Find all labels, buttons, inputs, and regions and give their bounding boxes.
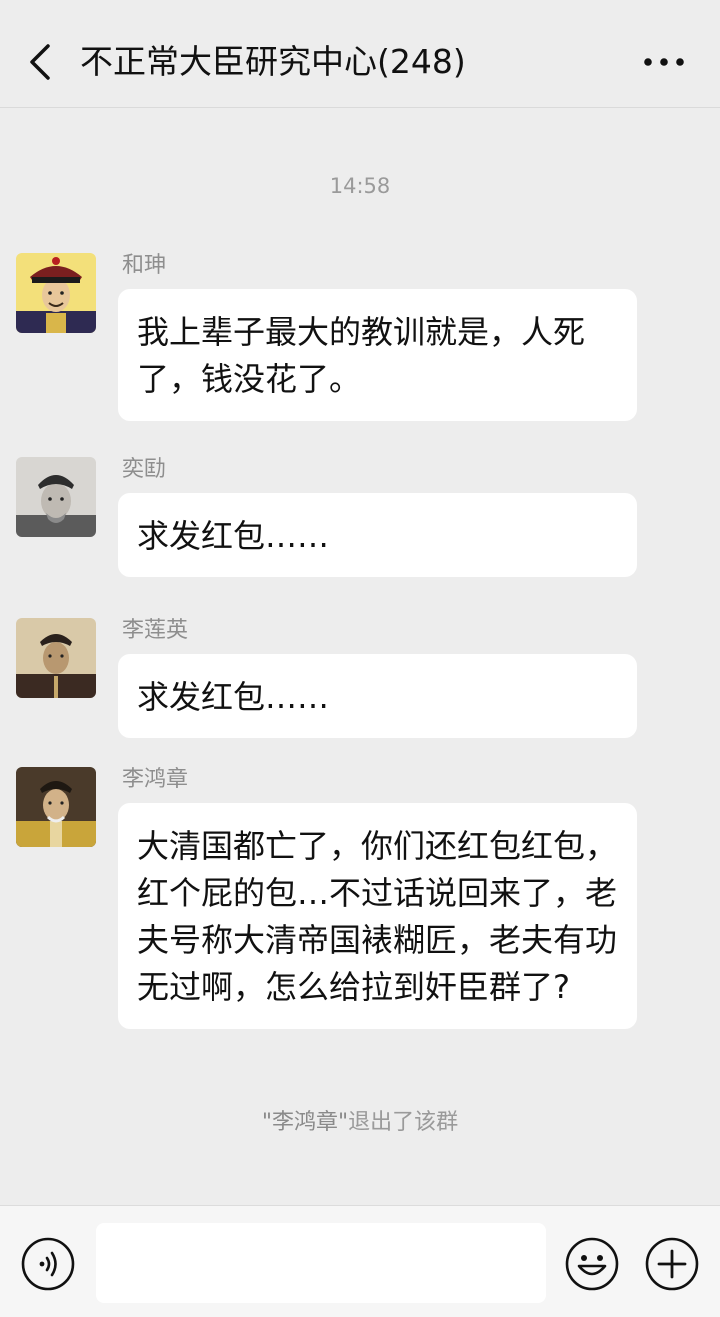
message-bubble[interactable]: 求发红包……	[118, 654, 637, 738]
sender-name: 李鸿章	[122, 767, 189, 792]
voice-button[interactable]	[20, 1236, 76, 1292]
back-button[interactable]	[22, 38, 58, 86]
avatar[interactable]	[16, 253, 96, 333]
message-bubble[interactable]: 我上辈子最大的教训就是，人死了，钱没花了。	[118, 289, 637, 421]
chat-title: 不正常大臣研究中心(248)	[80, 42, 466, 81]
sender-name: 李莲英	[122, 618, 189, 643]
more-functions-button[interactable]	[644, 1236, 700, 1292]
sender-name: 奕劻	[122, 457, 167, 482]
portrait-yellow-robe-icon	[16, 767, 96, 847]
message-list[interactable]: 14:58 和珅 我上辈子最大的教训就是，人死了，钱没花了。 奕劻 求发红包………	[0, 108, 720, 1204]
more-button[interactable]	[640, 44, 688, 80]
avatar[interactable]	[16, 618, 96, 698]
input-bar	[0, 1205, 720, 1317]
notice-member-name: "李鸿章"	[261, 1110, 349, 1135]
portrait-grayscale-icon	[16, 457, 96, 537]
sender-name: 和珅	[122, 253, 167, 278]
chat-header: 不正常大臣研究中心(248)	[0, 0, 720, 108]
portrait-sepia-icon	[16, 618, 96, 698]
voice-icon	[21, 1237, 75, 1291]
avatar[interactable]	[16, 457, 96, 537]
message-bubble[interactable]: 求发红包……	[118, 493, 637, 577]
message-bubble[interactable]: 大清国都亡了，你们还红包红包，红个屁的包…不过话说回来了，老夫号称大清帝国裱糊匠…	[118, 803, 637, 1029]
system-notice: "李鸿章"退出了该群	[0, 1104, 720, 1136]
emoji-icon	[565, 1237, 619, 1291]
emoji-button[interactable]	[564, 1236, 620, 1292]
plus-icon	[645, 1237, 699, 1291]
portrait-hat-red-icon	[16, 253, 96, 333]
message-input[interactable]	[96, 1223, 546, 1303]
more-dots-icon	[644, 58, 684, 66]
chevron-left-icon	[30, 44, 50, 80]
chat-timestamp: 14:58	[329, 174, 391, 198]
avatar[interactable]	[16, 767, 96, 847]
notice-text: 退出了该群	[348, 1110, 459, 1135]
